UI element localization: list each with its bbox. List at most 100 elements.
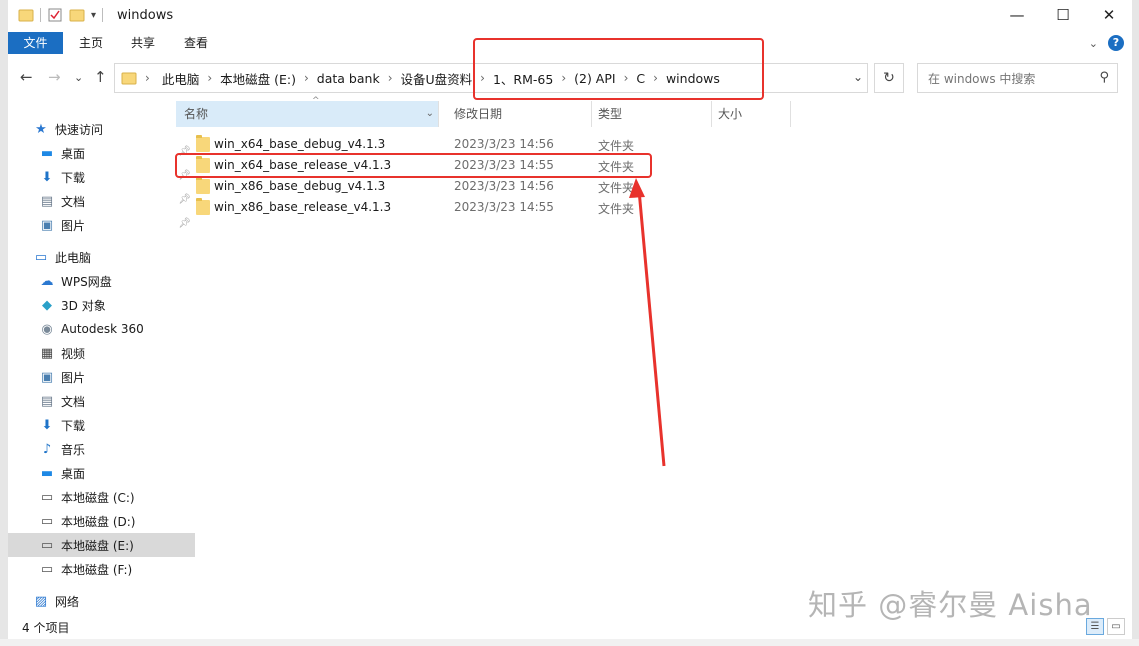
properties-icon[interactable] [47, 7, 63, 23]
video-icon: ▦ [40, 345, 54, 361]
sidebar-item-drive-c[interactable]: ▭ 本地磁盘 (C:) [8, 485, 195, 509]
breadcrumb: 此电脑 › 本地磁盘 (E:) › data bank › 设备U盘资料 › 1… [162, 69, 720, 88]
column-divider[interactable] [790, 101, 791, 127]
drive-icon: ▭ [40, 513, 54, 529]
tab-file[interactable]: 文件 [8, 32, 63, 54]
forward-icon[interactable]: → [48, 68, 61, 86]
maximize-button[interactable]: ☐ [1040, 0, 1086, 30]
file-row[interactable]: win_x86_base_release_v4.1.3 2023/3/23 14… [186, 197, 676, 218]
breadcrumb-item[interactable]: 1、RM-65 [493, 69, 553, 88]
folder-icon[interactable] [18, 7, 34, 23]
sidebar-item-pictures-pc[interactable]: ▣ 图片 [8, 365, 195, 389]
background-strip [0, 639, 1139, 646]
sidebar-item-label: 网络 [55, 594, 80, 609]
address-bar[interactable]: › 此电脑 › 本地磁盘 (E:) › data bank › 设备U盘资料 ›… [114, 63, 868, 93]
file-name[interactable]: win_x64_base_debug_v4.1.3 [214, 137, 385, 151]
file-row[interactable]: win_x64_base_debug_v4.1.3 2023/3/23 14:5… [186, 134, 676, 155]
star-icon: ★ [35, 121, 47, 137]
sidebar-item-drive-d[interactable]: ▭ 本地磁盘 (D:) [8, 509, 195, 533]
breadcrumb-item[interactable]: windows [666, 71, 720, 86]
explorer-window: ▾ windows — ☐ ✕ 文件 主页 共享 查看 ⌄ ? ← → ⌄ ↑ … [8, 0, 1132, 639]
chevron-right-icon[interactable]: › [624, 71, 629, 85]
toolbar-separator [102, 8, 104, 22]
file-name[interactable]: win_x64_base_release_v4.1.3 [214, 158, 391, 172]
file-row[interactable]: win_x64_base_release_v4.1.3 2023/3/23 14… [186, 155, 676, 176]
sidebar-item-documents-pc[interactable]: ▤ 文档 [8, 389, 195, 413]
folder-icon [196, 198, 210, 215]
chevron-right-icon[interactable]: › [388, 71, 393, 85]
sidebar-item-documents[interactable]: ▤ 文档 📌︎ [8, 189, 195, 213]
sidebar-item-downloads[interactable]: ⬇ 下载 📌︎ [8, 165, 195, 189]
refresh-button[interactable]: ↻ [874, 63, 904, 93]
desktop-icon: ▬ [40, 465, 54, 481]
cloud-icon: ☁ [40, 273, 54, 289]
chevron-down-icon[interactable]: ⌄ [426, 101, 434, 127]
minimize-button[interactable]: — [994, 0, 1040, 30]
file-type: 文件夹 [598, 139, 635, 153]
column-header-name[interactable]: 名称 ⌄ [176, 101, 438, 127]
chevron-right-icon[interactable]: › [561, 71, 566, 85]
large-icons-view-icon[interactable]: ▭ [1107, 618, 1125, 635]
help-icon[interactable]: ? [1108, 35, 1124, 51]
breadcrumb-item[interactable]: data bank [317, 71, 380, 86]
file-name[interactable]: win_x86_base_debug_v4.1.3 [214, 179, 385, 193]
title-bar: ▾ windows — ☐ ✕ [8, 0, 1132, 32]
sidebar-item-desktop[interactable]: ▬ 桌面 📌︎ [8, 141, 195, 165]
sidebar-item-desktop-pc[interactable]: ▬ 桌面 [8, 461, 195, 485]
ribbon-right-controls: ⌄ ? [1089, 35, 1124, 51]
chevron-right-icon[interactable]: › [653, 71, 658, 85]
close-button[interactable]: ✕ [1086, 0, 1132, 30]
sidebar-item-this-pc[interactable]: ▭ 此电脑 [8, 245, 189, 269]
expand-ribbon-icon[interactable]: ⌄ [1089, 37, 1098, 50]
chevron-right-icon[interactable]: › [304, 71, 309, 85]
search-icon[interactable]: ⚲ [1099, 70, 1109, 85]
back-icon[interactable]: ← [20, 68, 33, 86]
sidebar-item-network[interactable]: ▨ 网络 [8, 589, 189, 613]
breadcrumb-item[interactable]: (2) API [574, 71, 615, 86]
tab-home[interactable]: 主页 [71, 32, 111, 54]
tab-view[interactable]: 查看 [176, 32, 216, 54]
sidebar-item-drive-f[interactable]: ▭ 本地磁盘 (F:) [8, 557, 195, 581]
sidebar-item-label: 图片 [61, 218, 86, 233]
window-title: windows [117, 8, 174, 23]
search-input[interactable] [926, 70, 1090, 88]
sidebar-item-videos[interactable]: ▦ 视频 [8, 341, 195, 365]
breadcrumb-item[interactable]: C [636, 71, 645, 86]
column-header-type[interactable]: 类型 [590, 101, 710, 127]
chevron-right-icon[interactable]: › [207, 71, 212, 85]
file-list: ^ 名称 ⌄ 修改日期 类型 大小 win_x64_base_debug_v4.… [176, 96, 1132, 611]
search-box[interactable]: ⚲ [917, 63, 1118, 93]
sidebar-item-pictures[interactable]: ▣ 图片 📌︎ [8, 213, 195, 237]
breadcrumb-item[interactable]: 此电脑 [162, 69, 200, 88]
customize-toolbar-icon[interactable]: ▾ [91, 10, 96, 21]
tab-share[interactable]: 共享 [123, 32, 163, 54]
sidebar-item-drive-e[interactable]: ▭ 本地磁盘 (E:) [8, 533, 195, 557]
chevron-right-icon[interactable]: › [145, 71, 150, 85]
file-name[interactable]: win_x86_base_release_v4.1.3 [214, 200, 391, 214]
breadcrumb-item[interactable]: 设备U盘资料 [401, 69, 473, 88]
chevron-right-icon[interactable]: › [480, 71, 485, 85]
sidebar-item-music[interactable]: ♪ 音乐 [8, 437, 195, 461]
sidebar-item-downloads-pc[interactable]: ⬇ 下载 [8, 413, 195, 437]
sidebar-item-label: 视频 [61, 346, 86, 361]
sidebar-item-quick-access[interactable]: ★ 快速访问 [8, 117, 189, 141]
breadcrumb-item[interactable]: 本地磁盘 (E:) [220, 69, 296, 88]
window-controls: — ☐ ✕ [994, 0, 1132, 30]
chevron-down-icon[interactable]: ⌄ [853, 70, 863, 84]
sidebar-item-wps-cloud[interactable]: ☁ WPS网盘 [8, 269, 195, 293]
file-type: 文件夹 [598, 202, 635, 216]
file-row[interactable]: win_x86_base_debug_v4.1.3 2023/3/23 14:5… [186, 176, 676, 197]
toolbar-separator [40, 8, 41, 22]
new-folder-icon[interactable] [69, 7, 85, 23]
recent-locations-icon[interactable]: ⌄ [74, 71, 83, 84]
sidebar-item-autodesk-360[interactable]: ◉ Autodesk 360 [8, 317, 195, 341]
folder-icon [196, 177, 210, 194]
up-icon[interactable]: ↑ [94, 68, 107, 86]
file-date: 2023/3/23 14:56 [454, 179, 554, 193]
column-divider[interactable] [438, 101, 439, 127]
folder-icon [196, 135, 210, 152]
sidebar-item-label: 快速访问 [55, 122, 104, 137]
column-header-size[interactable]: 大小 [710, 101, 790, 127]
sidebar-item-3d-objects[interactable]: ◆ 3D 对象 [8, 293, 195, 317]
column-header-date[interactable]: 修改日期 [446, 101, 591, 127]
